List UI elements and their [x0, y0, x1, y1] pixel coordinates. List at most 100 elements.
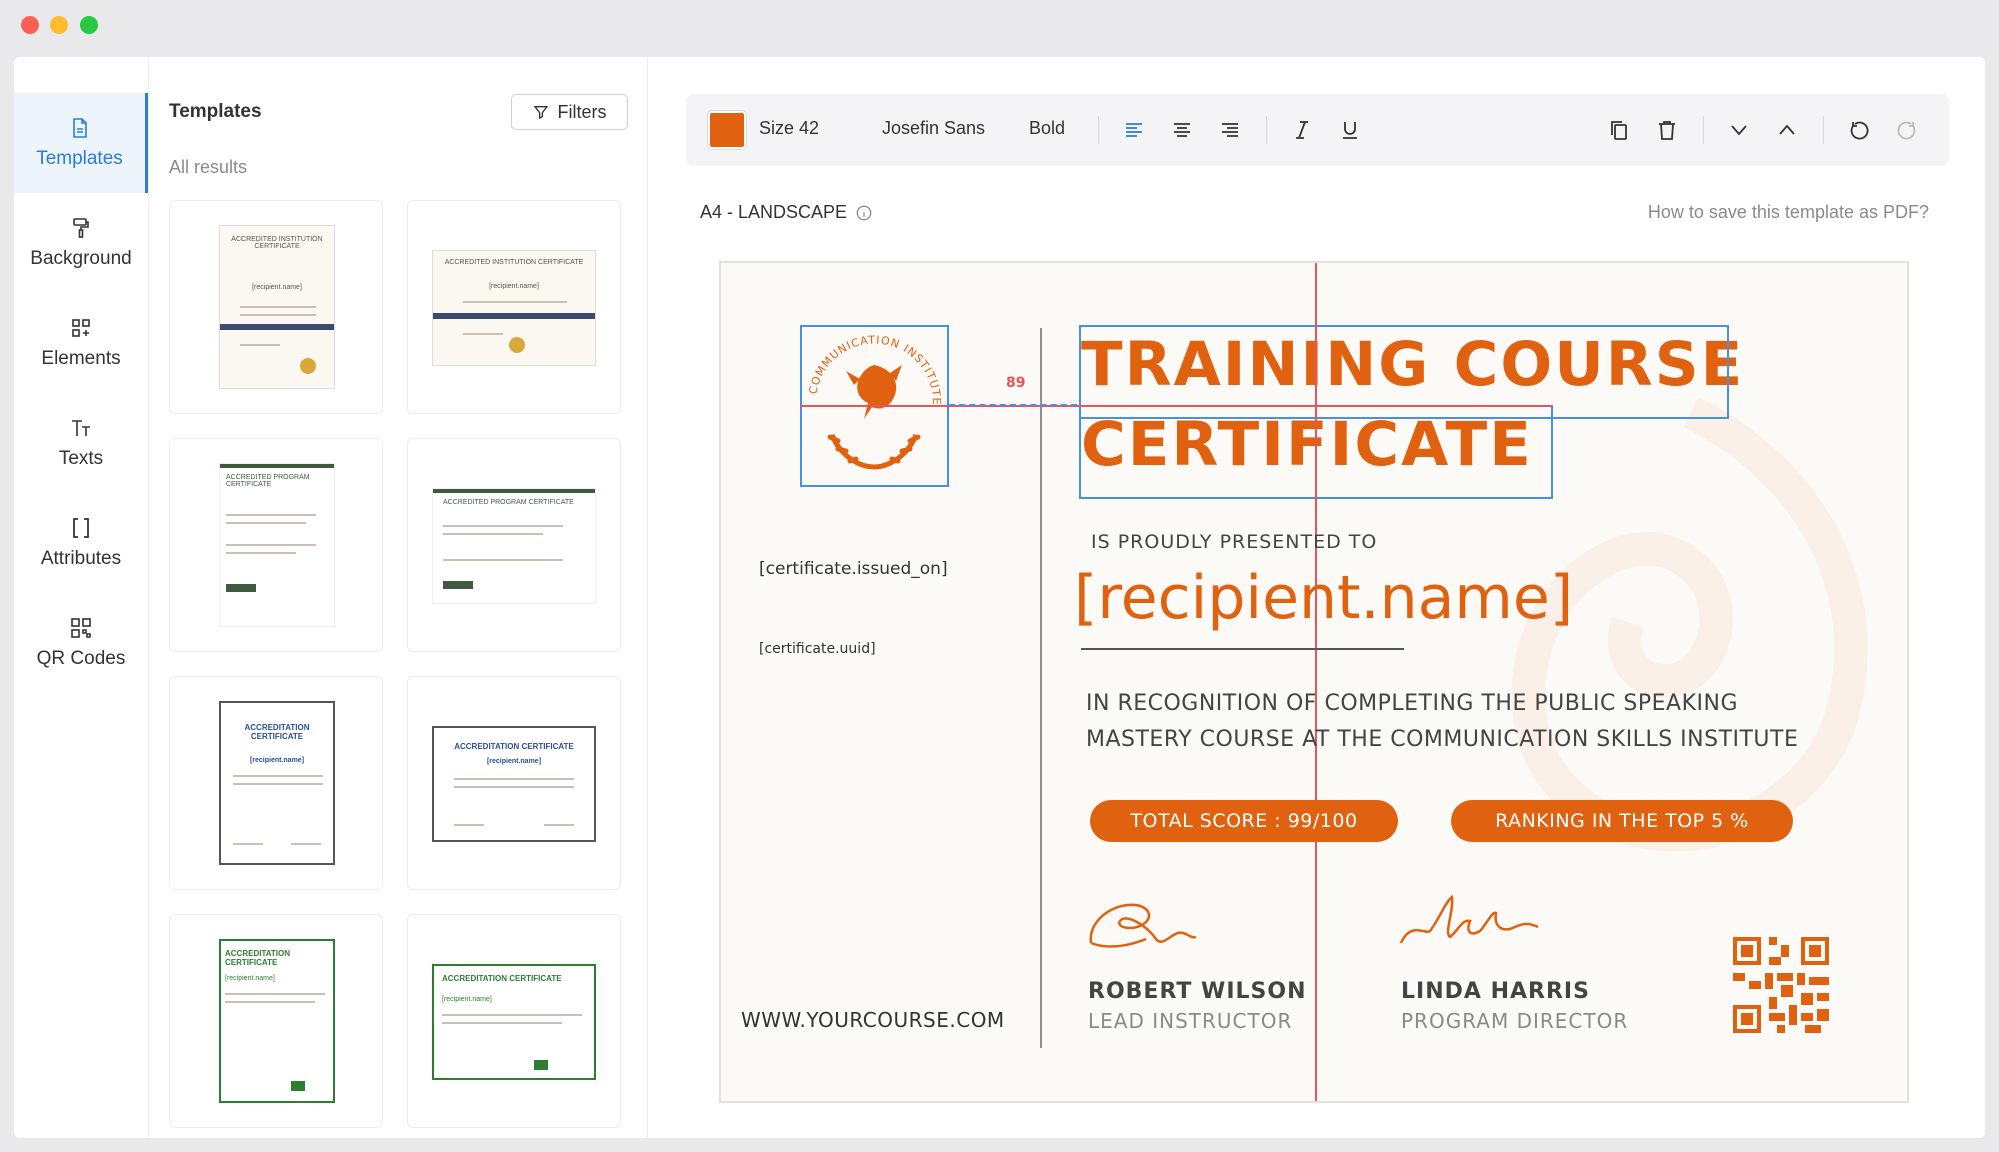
filters-button[interactable]: Filters: [511, 94, 628, 130]
align-right-icon[interactable]: [1218, 118, 1242, 142]
template-thumbnail: ACCREDITATION CERTIFICATE [recipient.nam…: [219, 701, 335, 865]
qr-code-icon[interactable]: [1733, 937, 1829, 1033]
app-window: Templates Background Elements Texts Attr…: [14, 57, 1985, 1138]
templates-panel: Templates Filters All results ACCREDITED…: [148, 57, 648, 1138]
total-score-badge[interactable]: TOTAL SCORE : 99/100: [1090, 800, 1398, 842]
thumbnail-title: ACCREDITED INSTITUTION CERTIFICATE: [444, 259, 584, 266]
template-card[interactable]: ACCREDITED PROGRAM CERTIFICATE: [169, 438, 383, 652]
font-size-select[interactable]: Size 42: [759, 118, 819, 139]
issued-on-attribute[interactable]: [certificate.issued_on]: [759, 559, 948, 579]
template-card[interactable]: ACCREDITATION CERTIFICATE [recipient.nam…: [169, 914, 383, 1128]
editor-area: Size 42 Josefin Sans Bold A4 - LANDSCAPE…: [648, 57, 1985, 1138]
nav-label: Background: [30, 248, 132, 269]
thumbnail-recipient: [recipient.name]: [486, 758, 542, 765]
text-toolbar: Size 42 Josefin Sans Bold: [686, 94, 1949, 166]
uuid-attribute[interactable]: [certificate.uuid]: [759, 641, 876, 657]
recognition-line: IN RECOGNITION OF COMPLETING THE PUBLIC …: [1086, 691, 1738, 716]
signer1-role[interactable]: LEAD INSTRUCTOR: [1088, 1009, 1292, 1033]
trash-icon[interactable]: [1655, 118, 1679, 142]
recognition-line: MASTERY COURSE AT THE COMMUNICATION SKIL…: [1086, 727, 1799, 752]
signature-linda-harris[interactable]: [1396, 891, 1546, 955]
signer1-name[interactable]: ROBERT WILSON: [1088, 979, 1307, 1004]
info-icon[interactable]: [855, 204, 873, 222]
maximize-window-button[interactable]: [80, 16, 98, 34]
thumbnail-recipient: [recipient.name]: [249, 757, 305, 764]
nav-item-templates[interactable]: Templates: [14, 93, 148, 193]
underline-icon[interactable]: [1338, 118, 1362, 142]
recipient-underline: [1081, 648, 1404, 650]
template-card[interactable]: ACCREDITED PROGRAM CERTIFICATE: [407, 438, 621, 652]
redo-icon[interactable]: [1895, 118, 1919, 142]
duplicate-icon[interactable]: [1607, 118, 1631, 142]
template-thumbnail: ACCREDITED INSTITUTION CERTIFICATE [reci…: [432, 250, 596, 366]
ranking-badge[interactable]: RANKING IN THE TOP 5 %: [1451, 800, 1793, 842]
minimize-window-button[interactable]: [50, 16, 68, 34]
results-label: All results: [169, 157, 248, 177]
thumbnail-recipient: [recipient.name]: [489, 283, 539, 290]
font-weight-select[interactable]: Bold: [1029, 118, 1065, 139]
canvas-format: A4 - LANDSCAPE: [700, 202, 873, 223]
certificate-canvas[interactable]: COMMUNICATION INSTITUTE [certificate.iss…: [719, 261, 1909, 1103]
template-thumbnail: ACCREDITATION CERTIFICATE [recipient.nam…: [432, 964, 596, 1080]
distance-label: 89: [1006, 375, 1026, 391]
nav-item-texts[interactable]: Texts: [14, 393, 148, 493]
template-grid: ACCREDITED INSTITUTION CERTIFICATE [reci…: [169, 200, 629, 1138]
horizontal-guide-line: [800, 405, 1553, 407]
signature-robert-wilson[interactable]: [1086, 895, 1201, 955]
thumbnail-title: ACCREDITED INSTITUTION CERTIFICATE: [231, 236, 323, 250]
thumbnail-title: ACCREDITED PROGRAM CERTIFICATE: [226, 474, 310, 488]
format-label: A4 - LANDSCAPE: [700, 202, 848, 222]
template-card[interactable]: ACCREDITED INSTITUTION CERTIFICATE [reci…: [407, 200, 621, 414]
signer2-role[interactable]: PROGRAM DIRECTOR: [1401, 1009, 1628, 1033]
brackets-icon: [73, 518, 89, 538]
thumbnail-recipient: [recipient.name]: [225, 975, 275, 982]
file-icon: [72, 118, 87, 138]
paint-roller-icon: [73, 218, 89, 238]
font-family-select[interactable]: Josefin Sans: [882, 118, 985, 139]
website-text[interactable]: WWW.YOURCOURSE.COM: [741, 1008, 1005, 1032]
thumbnail-title: ACCREDITATION CERTIFICATE: [454, 742, 574, 751]
close-window-button[interactable]: [21, 16, 39, 34]
panel-title: Templates: [169, 101, 262, 122]
filters-label: Filters: [557, 101, 607, 122]
signer2-name[interactable]: LINDA HARRIS: [1401, 979, 1590, 1004]
nav-label: QR Codes: [36, 648, 126, 669]
template-card[interactable]: ACCREDITATION CERTIFICATE [recipient.nam…: [169, 676, 383, 890]
italic-icon[interactable]: [1290, 118, 1314, 142]
nav-item-qr-codes[interactable]: QR Codes: [14, 593, 148, 693]
nav-label: Texts: [58, 448, 104, 469]
text-icon: [72, 420, 90, 436]
nav-item-attributes[interactable]: Attributes: [14, 493, 148, 593]
thumbnail-recipient: [recipient.name]: [442, 996, 492, 1003]
vertical-divider: [1040, 328, 1042, 1048]
qr-code-icon: [71, 618, 91, 638]
undo-icon[interactable]: [1847, 118, 1871, 142]
filter-icon: [533, 106, 548, 120]
chevron-down-icon[interactable]: [1727, 118, 1751, 142]
template-thumbnail: ACCREDITATION CERTIFICATE [recipient.nam…: [219, 939, 335, 1103]
template-thumbnail: ACCREDITED PROGRAM CERTIFICATE: [219, 463, 335, 627]
align-left-icon[interactable]: [1122, 118, 1146, 142]
thumbnail-title: ACCREDITATION CERTIFICATE: [225, 949, 291, 967]
nav-label: Attributes: [40, 548, 122, 569]
save-as-pdf-help-link[interactable]: How to save this template as PDF?: [1648, 202, 1929, 223]
template-card[interactable]: ACCREDITED INSTITUTION CERTIFICATE [reci…: [169, 200, 383, 414]
center-guide-line: [1315, 263, 1317, 1101]
recognition-text[interactable]: IN RECOGNITION OF COMPLETING THE PUBLIC …: [1086, 686, 1876, 758]
distance-guide: [949, 404, 1077, 406]
nav-item-background[interactable]: Background: [14, 193, 148, 293]
template-thumbnail: ACCREDITATION CERTIFICATE [recipient.nam…: [432, 726, 596, 842]
template-thumbnail: ACCREDITED INSTITUTION CERTIFICATE [reci…: [219, 225, 335, 389]
thumbnail-title: ACCREDITATION CERTIFICATE: [442, 974, 562, 983]
elements-icon: [72, 319, 90, 337]
align-center-icon[interactable]: [1170, 118, 1194, 142]
nav-label: Templates: [36, 148, 123, 169]
side-nav: Templates Background Elements Texts Attr…: [14, 93, 148, 1103]
template-card[interactable]: ACCREDITATION CERTIFICATE [recipient.nam…: [407, 914, 621, 1128]
presented-to-text[interactable]: IS PROUDLY PRESENTED TO: [1091, 531, 1377, 553]
nav-item-elements[interactable]: Elements: [14, 293, 148, 393]
text-color-swatch[interactable]: [708, 111, 746, 149]
recipient-name-attribute[interactable]: [recipient.name]: [1074, 563, 1573, 633]
chevron-up-icon[interactable]: [1775, 118, 1799, 142]
template-card[interactable]: ACCREDITATION CERTIFICATE [recipient.nam…: [407, 676, 621, 890]
